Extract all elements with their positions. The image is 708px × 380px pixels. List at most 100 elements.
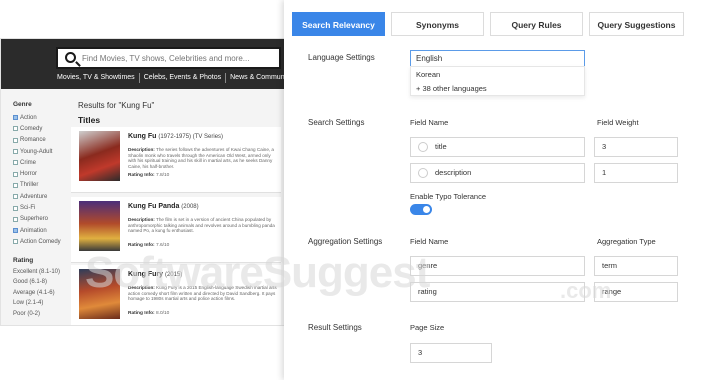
movie-description: Description: The series follows the adve… <box>128 147 274 169</box>
checkbox[interactable] <box>13 216 18 222</box>
drag-handle-icon[interactable] <box>418 142 428 152</box>
checkbox[interactable] <box>13 182 18 188</box>
genre-filter-label: Superhero <box>20 216 49 223</box>
genre-filter-label: Horror <box>20 171 38 178</box>
rating-filter-item[interactable]: Poor (0-2) <box>13 309 73 320</box>
genre-filter-item[interactable]: Young-Adult <box>13 146 73 157</box>
field-weight-header: Field Weight <box>597 118 639 127</box>
genre-filter-item[interactable]: Thriller <box>13 180 73 191</box>
result-card[interactable]: Kung Fu Panda (2008) Description: The fi… <box>71 197 281 263</box>
nav-movies[interactable]: Movies, TV & Showtimes <box>53 73 139 83</box>
checkbox[interactable] <box>13 171 18 177</box>
rating-filter-item[interactable]: Good (6.1-8) <box>13 277 73 288</box>
language-option-more[interactable]: + 38 other languages <box>411 82 584 95</box>
search-field-weight[interactable]: 3 <box>594 137 678 157</box>
genre-filter-item[interactable]: Comedy <box>13 123 73 134</box>
typo-tolerance-toggle[interactable] <box>410 204 432 215</box>
genre-filter-label: Action Comedy <box>20 238 61 245</box>
typo-tolerance-label: Enable Typo Tolerance <box>410 192 487 201</box>
checkbox[interactable] <box>13 137 18 143</box>
tab-synonyms[interactable]: Synonyms <box>391 12 484 36</box>
movie-search-input[interactable] <box>82 50 277 66</box>
genre-filter-item[interactable]: Crime <box>13 157 73 168</box>
movie-search-app: Movies, TV & Showtimes Celebs, Events & … <box>0 38 285 326</box>
filter-sidebar: Genre Action Comedy Romance Young-Adult Crim… <box>13 101 73 319</box>
movie-rating: Rating Info: 7.6/10 <box>128 243 170 248</box>
genre-filter-label: Adventure <box>20 193 48 200</box>
movie-year: (2008) <box>181 204 199 210</box>
titles-heading: Titles <box>78 115 101 125</box>
genre-filter-item[interactable]: Action <box>13 112 73 123</box>
drag-handle-icon[interactable] <box>418 168 428 178</box>
tab-query-suggestions[interactable]: Query Suggestions <box>589 12 684 36</box>
movie-poster[interactable] <box>79 269 120 319</box>
genre-filter-label: Young-Adult <box>20 148 53 155</box>
genre-filter-item[interactable]: Horror <box>13 168 73 179</box>
checkbox[interactable] <box>13 194 18 200</box>
checkbox[interactable] <box>13 149 18 155</box>
aggregation-type-header: Aggregation Type <box>597 237 656 246</box>
tab-query-rules[interactable]: Query Rules <box>490 12 583 36</box>
language-settings-label: Language Settings <box>308 53 375 62</box>
aggregation-field-name[interactable]: rating <box>410 282 585 302</box>
language-dropdown: Korean + 38 other languages <box>410 66 585 96</box>
search-field-weight[interactable]: 1 <box>594 163 678 183</box>
tab-search-relevancy[interactable]: Search Relevancy <box>292 12 385 36</box>
rating-filter-item[interactable]: Low (2.1-4) <box>13 298 73 309</box>
checkbox[interactable] <box>13 228 18 234</box>
movie-rating: Rating Info: 8.0/10 <box>128 311 170 316</box>
movie-poster[interactable] <box>79 201 120 251</box>
language-select[interactable]: English <box>410 50 585 67</box>
genre-filter-label: Thriller <box>20 182 39 189</box>
movie-title[interactable]: Kung Fu <box>128 133 156 140</box>
movie-title[interactable]: Kung Fury <box>128 271 163 278</box>
genre-filter-item[interactable]: Romance <box>13 135 73 146</box>
genre-filter-item[interactable]: Superhero <box>13 214 73 225</box>
search-bar[interactable] <box>56 47 281 69</box>
genre-heading: Genre <box>13 101 32 108</box>
app-header: Movies, TV & Showtimes Celebs, Events & … <box>1 39 284 89</box>
checkbox[interactable] <box>13 239 18 245</box>
genre-filter-label: Sci-Fi <box>20 205 36 212</box>
search-settings-label: Search Settings <box>308 118 365 127</box>
movie-description: Description: Kung Fury is a 2015 English… <box>128 285 277 302</box>
movie-description: Description: The film is set in a versio… <box>128 217 275 234</box>
checkbox[interactable] <box>13 115 18 121</box>
rating-filter-item[interactable]: Excellent (8.1-10) <box>13 267 73 278</box>
aggregation-field-name[interactable]: genre <box>410 256 585 276</box>
top-nav: Movies, TV & Showtimes Celebs, Events & … <box>53 73 284 83</box>
genre-filter-item[interactable]: Adventure <box>13 191 73 202</box>
movie-year: (2015) <box>164 272 183 278</box>
nav-news[interactable]: News & Community <box>225 73 284 83</box>
movie-poster[interactable] <box>79 131 120 181</box>
search-icon[interactable] <box>65 52 76 63</box>
nav-celebs[interactable]: Celebs, Events & Photos <box>138 73 225 83</box>
genre-filter-item[interactable]: Sci-Fi <box>13 202 73 213</box>
field-name-header: Field Name <box>410 118 449 127</box>
genre-filter-item[interactable]: Action Comedy <box>13 236 73 247</box>
genre-filter-label: Action <box>20 114 37 121</box>
checkbox[interactable] <box>13 160 18 166</box>
aggregation-field-header: Field Name <box>410 237 449 246</box>
page-size-input[interactable]: 3 <box>410 343 492 363</box>
search-field-name[interactable]: title <box>410 137 585 157</box>
settings-panel: Search Relevancy Synonyms Query Rules Qu… <box>284 0 708 380</box>
rating-filter-item[interactable]: Average (4.1-6) <box>13 288 73 299</box>
language-option-korean[interactable]: Korean <box>411 68 584 81</box>
movie-rating: Rating Info: 7.8/10 <box>128 173 170 178</box>
movie-year: (1972-1975) (TV Series) <box>158 134 224 140</box>
movie-title[interactable]: Kung Fu Panda <box>128 203 179 210</box>
checkbox[interactable] <box>13 205 18 211</box>
genre-filter-item[interactable]: Animation <box>13 225 73 236</box>
results-title: Results for "Kung Fu" <box>78 101 155 110</box>
settings-tabs: Search Relevancy Synonyms Query Rules Qu… <box>292 12 690 36</box>
checkbox[interactable] <box>13 126 18 132</box>
result-card[interactable]: Kung Fu (1972-1975) (TV Series) Descript… <box>71 127 281 193</box>
page-size-label: Page Size <box>410 323 445 332</box>
genre-filter-label: Romance <box>20 137 46 144</box>
result-card[interactable]: Kung Fury (2015) Description: Kung Fury … <box>71 265 281 325</box>
search-field-name[interactable]: description <box>410 163 585 183</box>
aggregation-type[interactable]: range <box>594 282 678 302</box>
aggregation-type[interactable]: term <box>594 256 678 276</box>
aggregation-settings-label: Aggregation Settings <box>308 237 383 246</box>
